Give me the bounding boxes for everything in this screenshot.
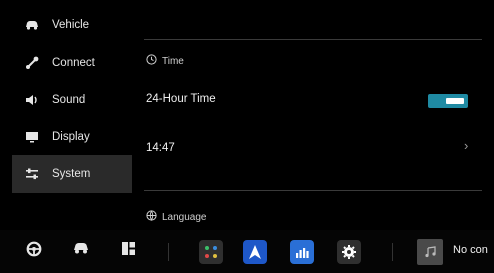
sidebar-item-label: System — [52, 168, 91, 180]
section-title: Time — [162, 55, 184, 67]
sliders-icon — [24, 167, 40, 181]
monitor-icon — [24, 130, 40, 144]
settings-icon[interactable] — [337, 240, 361, 264]
phone-app-icon[interactable] — [199, 240, 223, 264]
car-icon[interactable] — [72, 241, 90, 255]
clock-icon — [146, 54, 157, 68]
clock-time-value: 14:47 — [146, 142, 175, 154]
chevron-right-icon[interactable]: › — [464, 138, 468, 153]
divider — [144, 39, 482, 40]
system-settings-panel: Time 24-Hour Time 14:47 › Language — [132, 0, 494, 230]
equalizer-icon[interactable] — [290, 240, 314, 264]
divider — [144, 190, 482, 191]
language-section-header: Language — [146, 210, 207, 224]
media-title[interactable]: No con — [453, 244, 494, 256]
navigation-icon[interactable] — [243, 240, 267, 264]
sidebar-item-label: Connect — [52, 57, 95, 69]
sidebar-item-display[interactable]: Display — [12, 118, 132, 156]
steering-wheel-icon[interactable] — [26, 241, 42, 257]
sidebar-item-sound[interactable]: Sound — [12, 81, 132, 119]
globe-icon — [146, 210, 157, 224]
dock-separator — [392, 243, 393, 261]
grid-layout-icon[interactable] — [121, 241, 136, 256]
bottom-dock: No con — [0, 230, 494, 273]
car-icon — [24, 18, 40, 32]
speaker-icon — [24, 93, 40, 107]
sidebar-item-label: Vehicle — [52, 19, 90, 31]
music-note-icon[interactable] — [417, 239, 443, 265]
time-section-header: Time — [146, 54, 184, 68]
link-icon — [24, 56, 40, 70]
hour24-label: 24-Hour Time — [146, 93, 216, 105]
sidebar-item-connect[interactable]: Connect — [12, 44, 132, 82]
settings-sidebar: Vehicle Connect Sound Display System — [12, 0, 132, 230]
sidebar-item-label: Display — [52, 131, 90, 143]
hour24-toggle[interactable] — [428, 94, 468, 108]
section-title: Language — [162, 211, 207, 223]
sidebar-item-system[interactable]: System — [12, 155, 132, 193]
toggle-knob — [446, 98, 464, 104]
sidebar-item-label: Sound — [52, 94, 86, 106]
sidebar-item-vehicle[interactable]: Vehicle — [12, 6, 132, 44]
dock-separator — [168, 243, 169, 261]
